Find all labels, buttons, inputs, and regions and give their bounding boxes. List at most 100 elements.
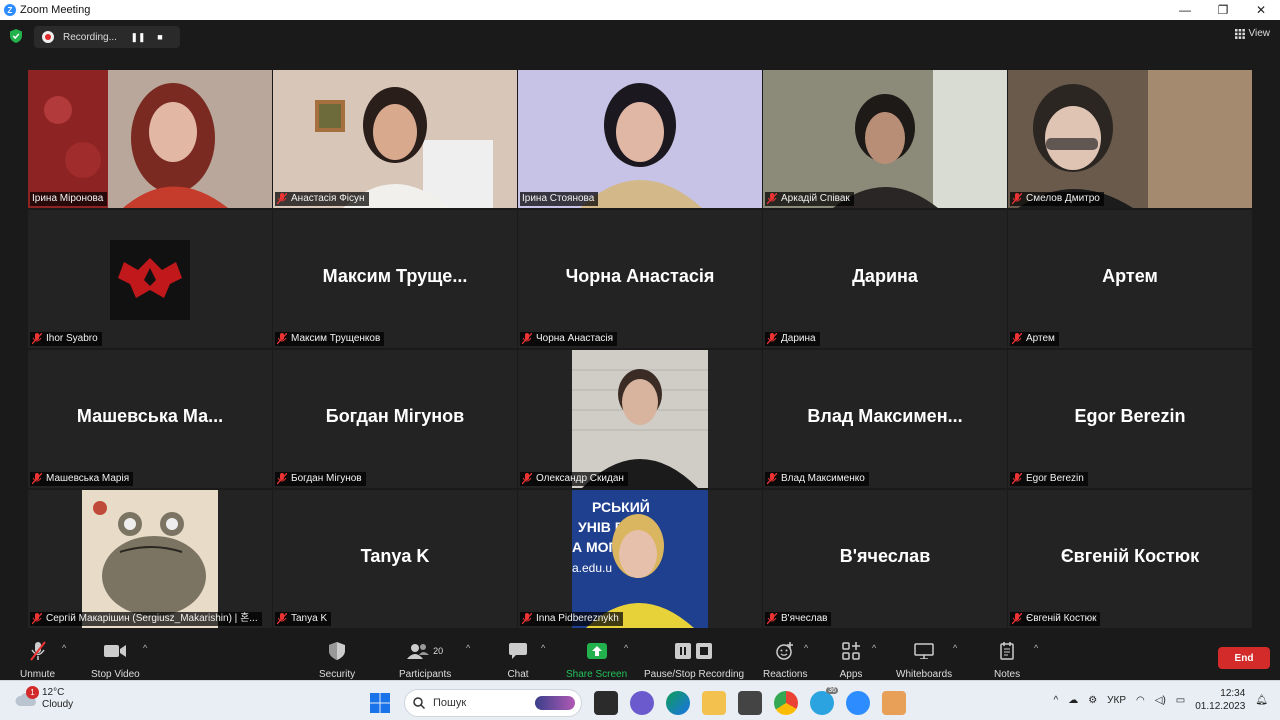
muted-mic-icon	[767, 473, 777, 485]
svg-text:РСЬКИЙ: РСЬКИЙ	[592, 498, 650, 515]
participant-video	[518, 70, 762, 208]
teams-chat-icon[interactable]	[630, 691, 654, 715]
chrome-browser-icon[interactable]	[774, 691, 798, 715]
participant-name: Аркадій Співак	[765, 192, 854, 206]
store-icon[interactable]	[738, 691, 762, 715]
apps-icon	[842, 642, 860, 660]
participant-name: Влад Максименко	[765, 472, 869, 486]
participant-tile[interactable]: Артем Артем	[1008, 210, 1252, 348]
participant-tile[interactable]: Анастасія Фісун	[273, 70, 517, 208]
network-settings-icon[interactable]: ⚙	[1088, 695, 1097, 706]
edge-browser-icon[interactable]	[666, 691, 690, 715]
file-explorer-icon[interactable]	[702, 691, 726, 715]
zoom-app-icon[interactable]	[846, 691, 870, 715]
participant-tile[interactable]: Дарина Дарина	[763, 210, 1007, 348]
whiteboards-options-caret[interactable]: ^	[953, 643, 957, 653]
participant-tile[interactable]: Євгеній Костюк Євгеній Костюк	[1008, 490, 1252, 628]
stop-recording-button[interactable]: ■	[149, 32, 171, 42]
participant-tile[interactable]: Egor Berezin Egor Berezin	[1008, 350, 1252, 488]
participant-name: Богдан Мігунов	[275, 472, 366, 486]
share-options-caret[interactable]: ^	[624, 643, 628, 653]
clock[interactable]: 12:34 01.12.2023	[1195, 687, 1245, 713]
participant-name: Egor Berezin	[1010, 472, 1088, 486]
notifications-bell-icon[interactable]: 🔔︎	[1255, 695, 1268, 706]
pause-stop-recording-icon	[675, 643, 713, 659]
tray-overflow-icon[interactable]: ^	[1053, 695, 1058, 706]
participants-icon	[407, 644, 430, 659]
participant-display-name: Машевська Ма...	[76, 406, 224, 426]
participant-tile[interactable]: Аркадій Співак	[763, 70, 1007, 208]
pause-stop-recording-button[interactable]: Pause/Stop Recording	[644, 641, 744, 680]
apps-button[interactable]: Apps	[839, 641, 863, 680]
participant-display-name: Tanya K	[360, 546, 430, 566]
participant-tile[interactable]: РСЬКИЙ УНІВ ЕТ А МОГ a.edu.u Inna Pidber…	[518, 490, 762, 628]
participant-tile[interactable]: Чорна Анастасія Чорна Анастасія	[518, 210, 762, 348]
task-view-icon[interactable]	[594, 691, 618, 715]
wifi-icon[interactable]: ◠	[1136, 695, 1145, 706]
language-indicator[interactable]: УКР	[1107, 695, 1126, 706]
search-icon	[413, 697, 425, 709]
chat-button[interactable]: Chat	[506, 641, 530, 680]
encryption-shield-icon[interactable]	[10, 29, 22, 43]
reactions-options-caret[interactable]: ^	[804, 643, 808, 653]
frog-avatar	[82, 490, 218, 628]
pause-recording-button[interactable]: ❚❚	[127, 32, 149, 43]
notes-options-caret[interactable]: ^	[1034, 643, 1038, 653]
participant-gallery: Ірина Міронова Анастасія Фісун Ірина Сто…	[28, 70, 1252, 628]
participants-options-caret[interactable]: ^	[466, 643, 470, 653]
participant-display-name: Egor Berezin	[1074, 406, 1186, 426]
participant-name: Олександр Скидан	[520, 472, 628, 486]
weather-badge: 1	[26, 686, 39, 699]
maximize-button[interactable]: ❐	[1204, 0, 1242, 20]
participant-tile[interactable]: Ірина Міронова	[28, 70, 272, 208]
taskbar-search-input[interactable]: Пошук	[404, 689, 582, 717]
whiteboards-button[interactable]: Whiteboards	[896, 641, 952, 680]
participant-tile[interactable]: Ірина Стоянова	[518, 70, 762, 208]
volume-icon[interactable]: ◁)	[1155, 695, 1166, 706]
window-controls: — ❐ ✕	[1166, 0, 1280, 20]
minimize-button[interactable]: —	[1166, 0, 1204, 20]
chat-options-caret[interactable]: ^	[541, 643, 545, 653]
weather-condition: Cloudy	[42, 699, 74, 710]
svg-text:А МОГ: А МОГ	[572, 539, 617, 555]
participant-tile[interactable]: Tanya K Tanya K	[273, 490, 517, 628]
unmute-button[interactable]: Unmute	[20, 641, 55, 680]
participant-tile[interactable]: В'ячеслав В'ячеслав	[763, 490, 1007, 628]
participant-display-name: Артем	[1102, 266, 1158, 286]
audio-options-caret[interactable]: ^	[62, 643, 66, 653]
participant-tile[interactable]: Смелов Дмитро	[1008, 70, 1252, 208]
weather-widget[interactable]: 12°C Cloudy	[14, 687, 73, 711]
reactions-button[interactable]: Reactions	[763, 641, 807, 680]
participants-button[interactable]: 20 Participants	[399, 641, 451, 680]
stop-video-button[interactable]: Stop Video	[91, 641, 140, 680]
participant-name: В'ячеслав	[765, 612, 832, 626]
video-options-caret[interactable]: ^	[143, 643, 147, 653]
share-screen-button[interactable]: Share Screen	[566, 641, 627, 680]
participant-tile[interactable]: Максим Трущe... Максим Трущенков	[273, 210, 517, 348]
muted-mic-icon	[767, 333, 777, 345]
muted-mic-icon	[32, 333, 42, 345]
window-titlebar: Z Zoom Meeting — ❐ ✕	[0, 0, 1280, 20]
participant-tile[interactable]: Сергій Макарішин (Sergiusz_Makarishin) |…	[28, 490, 272, 628]
battery-icon: ▭	[1175, 694, 1186, 706]
participant-tile[interactable]: Олександр Скидан	[518, 350, 762, 488]
notes-button[interactable]: Notes	[994, 641, 1020, 680]
participant-tile[interactable]: Богдан Мігунов Богдан Мігунов	[273, 350, 517, 488]
participant-tile[interactable]: Ihor Syabro	[28, 210, 272, 348]
end-meeting-button[interactable]: End	[1218, 647, 1270, 669]
windows-start-icon[interactable]	[368, 691, 392, 715]
search-highlight-icon	[535, 696, 575, 710]
view-button[interactable]: View	[1234, 28, 1270, 39]
security-button[interactable]: Security	[319, 641, 355, 680]
document-app-icon[interactable]	[882, 691, 906, 715]
apps-options-caret[interactable]: ^	[872, 643, 876, 653]
close-button[interactable]: ✕	[1242, 0, 1280, 20]
participant-tile[interactable]: Машевська Ма... Машевська Марія	[28, 350, 272, 488]
temperature: 12°C	[42, 687, 65, 698]
muted-mic-icon	[767, 193, 777, 205]
red-logo-avatar	[110, 240, 190, 320]
participant-tile[interactable]: Влад Максимен... Влад Максименко	[763, 350, 1007, 488]
telegram-icon[interactable]: 36	[810, 687, 838, 715]
onedrive-icon[interactable]: ☁	[1068, 695, 1078, 706]
record-dot-icon	[42, 31, 54, 43]
